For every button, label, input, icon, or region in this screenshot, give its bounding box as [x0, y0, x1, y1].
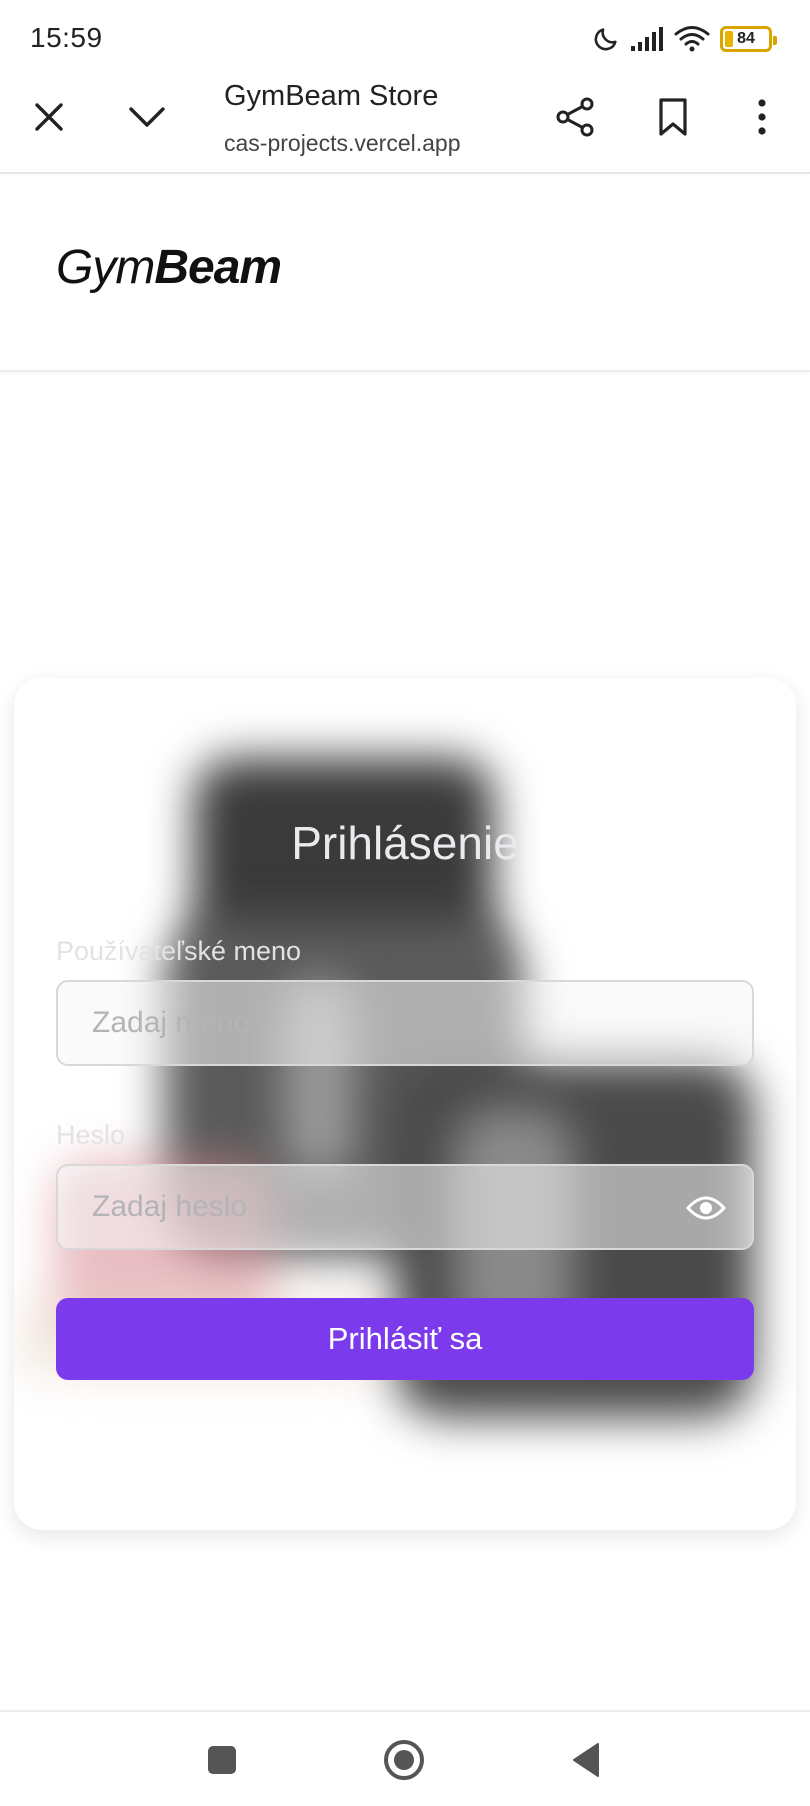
page-title: GymBeam Store — [224, 80, 439, 112]
gymbeam-logo[interactable]: GymBeam — [56, 240, 282, 295]
login-card: Prihlásenie Používateľské meno Heslo Pri… — [14, 678, 796, 1530]
logo-text-bold: Beam — [154, 241, 282, 294]
status-icons: 84 — [592, 22, 777, 56]
signal-icon — [630, 26, 664, 52]
blurred-product-image — [14, 678, 796, 1530]
battery-level: 84 — [737, 30, 755, 47]
eye-icon[interactable] — [684, 1186, 728, 1230]
battery-icon: 84 — [720, 26, 777, 52]
bookmark-icon[interactable] — [650, 92, 696, 142]
recents-square-icon[interactable] — [198, 1736, 246, 1784]
chevron-down-icon[interactable] — [124, 94, 170, 140]
login-button[interactable]: Prihlásiť sa — [56, 1298, 754, 1380]
password-label: Heslo — [56, 1120, 126, 1150]
site-header: GymBeam — [0, 176, 810, 372]
back-triangle-icon[interactable] — [562, 1736, 610, 1784]
browser-toolbar: GymBeam Store cas-projects.vercel.app — [0, 74, 810, 174]
username-label: Používateľské meno — [56, 936, 302, 966]
share-icon[interactable] — [550, 92, 600, 142]
page-url[interactable]: cas-projects.vercel.app — [224, 130, 484, 157]
android-nav-bar — [0, 1710, 810, 1806]
moon-icon — [592, 25, 620, 53]
password-input[interactable] — [58, 1167, 658, 1247]
login-title: Prihlásenie — [291, 817, 519, 869]
close-icon[interactable] — [26, 94, 72, 140]
more-vertical-icon[interactable] — [742, 92, 782, 142]
home-circle-icon[interactable] — [380, 1736, 428, 1784]
logo-text-light: Gym — [56, 241, 155, 294]
password-field[interactable] — [56, 1164, 754, 1250]
status-bar: 15:59 84 — [0, 0, 810, 74]
wifi-icon — [674, 25, 710, 53]
username-field[interactable] — [56, 980, 754, 1066]
status-time: 15:59 — [30, 22, 103, 53]
username-input[interactable] — [58, 983, 658, 1063]
